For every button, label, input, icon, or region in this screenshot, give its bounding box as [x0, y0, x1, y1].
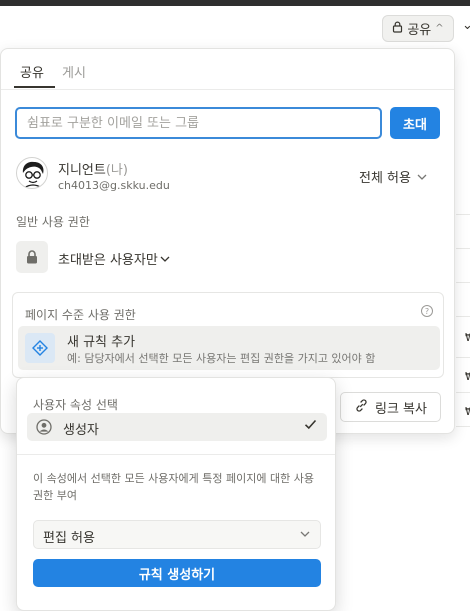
general-access-select[interactable]: 초대받은 사용자만 — [58, 249, 170, 268]
person-circle-icon — [36, 419, 52, 435]
rule-description: 이 속성에서 선택한 모든 사용자에게 특정 페이지에 대한 사용 권한 부여 — [33, 472, 314, 502]
share-button-label: 공유 — [407, 23, 432, 38]
share-tabs: 공유 게시 — [1, 49, 454, 90]
member-name: 지니언트(나) — [58, 159, 128, 178]
rule-permission-value: 편집 허용 — [43, 531, 95, 546]
tab-share[interactable]: 공유 — [20, 62, 44, 81]
chevron-down-icon — [300, 527, 310, 540]
window-top-bar — [0, 0, 470, 6]
member-email: ch4013@g.skku.edu — [58, 179, 170, 192]
chevron-down-icon[interactable]: ⌄ — [462, 18, 470, 33]
add-rule-subtitle: 예: 담당자에서 선택한 모든 사용자는 편집 권한을 가지고 있어야 함 — [67, 352, 376, 365]
link-icon — [354, 398, 369, 417]
question-circle-icon[interactable]: ? — [421, 305, 433, 317]
add-rule-button[interactable]: 새 규칙 추가 예: 담당자에서 선택한 모든 사용자는 편집 권한을 가지고 … — [18, 326, 440, 370]
divider — [17, 454, 335, 455]
chevron-down-icon — [160, 252, 170, 265]
chevron-down-icon — [417, 170, 427, 183]
check-icon — [304, 418, 317, 434]
rule-diamond-icon — [25, 333, 55, 363]
lock-icon — [16, 241, 48, 273]
property-option-creator[interactable]: 생성자 — [27, 413, 327, 441]
property-select-label: 사용자 속성 선택 — [33, 398, 118, 412]
invite-button[interactable]: 초대 — [390, 107, 440, 139]
create-rule-button[interactable]: 규칙 생성하기 — [33, 559, 321, 587]
copy-link-label: 링크 복사 — [375, 401, 427, 417]
property-option-label: 생성자 — [63, 423, 99, 438]
rule-permission-select[interactable]: 편집 허용 — [33, 520, 321, 549]
invite-email-input[interactable] — [15, 107, 382, 139]
share-button[interactable]: 공유 ^ — [382, 15, 454, 42]
rule-property-dropdown: 사용자 속성 선택 생성자 이 속성에서 선택한 모든 사용자에게 특정 페이지… — [16, 377, 336, 611]
member-you-suffix: (나) — [105, 163, 128, 178]
general-access-value: 초대받은 사용자만 — [58, 253, 158, 268]
tab-publish[interactable]: 게시 — [62, 62, 86, 81]
add-rule-title: 새 규칙 추가 — [67, 335, 136, 350]
chevron-up-icon: ^ — [435, 23, 444, 34]
general-access-label: 일반 사용 권한 — [16, 215, 90, 229]
avatar — [16, 157, 48, 189]
copy-link-button[interactable]: 링크 복사 — [340, 392, 441, 422]
lock-icon — [392, 21, 403, 36]
member-permission-label: 전체 허용 — [359, 171, 411, 186]
page-level-title: 페이지 수준 사용 권한 — [25, 308, 136, 322]
member-name-text: 지니언트 — [58, 163, 106, 178]
active-tab-indicator — [14, 86, 55, 88]
page-level-permissions: 페이지 수준 사용 권한 ? 새 규칙 추가 예: 담당자에서 선택한 모든 사… — [12, 292, 444, 378]
member-permission-select[interactable]: 전체 허용 — [359, 167, 427, 186]
